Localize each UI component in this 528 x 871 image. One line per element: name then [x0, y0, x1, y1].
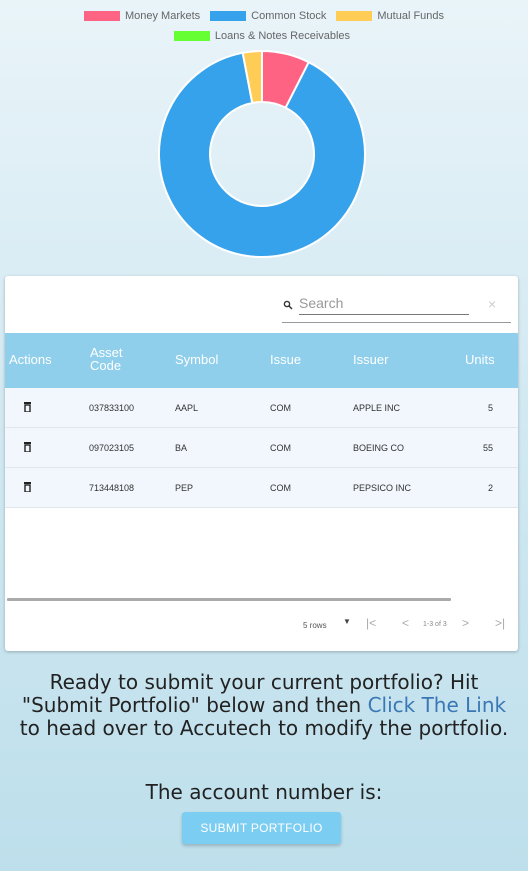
cell-symbol: PEP — [175, 483, 194, 493]
cell-symbol: BA — [175, 443, 188, 453]
legend-label: Common Stock — [251, 10, 327, 22]
cell-units: 2 — [487, 483, 493, 493]
pagination: 5 rows ▼ |< < 1-3 of 3 > >| — [5, 614, 518, 634]
cell-issuer: APPLE INC — [353, 403, 401, 413]
search-input[interactable] — [299, 292, 469, 315]
table-row: 037833100 AAPL COM APPLE INC 5 — [5, 388, 518, 428]
instructions-text-end: to head over to Accutech to modify the p… — [19, 716, 509, 740]
cell-units: 55 — [482, 443, 493, 453]
table-row: 713448108 PEP COM PEPSICO INC 2 — [5, 468, 518, 508]
cell-issuer: PEPSICO INC — [353, 483, 412, 493]
delete-icon[interactable] — [24, 482, 31, 492]
rows-per-page-select[interactable]: 5 rows — [303, 621, 327, 630]
legend-swatch — [336, 11, 373, 21]
header-asset-code-line2: Code — [90, 358, 122, 373]
header-issuer[interactable]: Issuer — [353, 353, 388, 366]
header-asset-code[interactable]: Asset Code — [90, 346, 123, 373]
legend-label: Mutual Funds — [377, 10, 445, 22]
portfolio-table-card: × Actions Asset Code Symbol Issue Issuer… — [5, 276, 518, 651]
legend-item-common-stock[interactable]: Common Stock — [210, 10, 326, 22]
header-units[interactable]: Units — [465, 353, 495, 366]
search-bar: × — [282, 290, 511, 323]
legend-item-mutual-funds[interactable]: Mutual Funds — [336, 10, 444, 22]
donut-chart — [158, 49, 366, 258]
table-body: 037833100 AAPL COM APPLE INC 5 097023105… — [5, 388, 518, 508]
cell-asset-code: 097023105 — [89, 443, 135, 453]
delete-icon[interactable] — [24, 402, 31, 412]
cell-issue: COM — [270, 443, 291, 453]
legend-label: Money Markets — [124, 10, 201, 22]
cell-symbol: AAPL — [175, 403, 199, 413]
cell-issue: COM — [270, 483, 291, 493]
page-info: 1-3 of 3 — [423, 621, 447, 628]
delete-icon[interactable] — [24, 442, 31, 452]
account-number-label: The account number is: — [145, 780, 383, 804]
header-issue[interactable]: Issue — [270, 353, 301, 366]
legend-row-1: Money Markets Common Stock Mutual Funds — [0, 8, 528, 24]
cell-issue: COM — [270, 403, 291, 413]
caret-down-icon[interactable]: ▼ — [343, 617, 351, 626]
next-page-button[interactable]: > — [462, 616, 469, 630]
last-page-button[interactable]: >| — [495, 616, 505, 630]
legend-swatch — [83, 11, 120, 21]
search-icon — [283, 300, 293, 310]
clear-search-icon[interactable]: × — [488, 296, 496, 312]
donut-chart-svg — [158, 49, 366, 258]
table-row: 097023105 BA COM BOEING CO 55 — [5, 428, 518, 468]
cell-asset-code: 037833100 — [89, 403, 135, 413]
legend-label: Loans & Notes Receivables — [214, 30, 351, 42]
submit-portfolio-button[interactable]: SUBMIT PORTFOLIO — [182, 812, 341, 844]
previous-page-button[interactable]: < — [402, 616, 409, 630]
legend-row-2: Loans & Notes Receivables — [0, 28, 528, 44]
header-actions[interactable]: Actions — [9, 353, 52, 366]
legend-swatch — [173, 31, 210, 41]
submit-instructions: Ready to submit your current portfolio? … — [10, 671, 518, 740]
cell-units: 5 — [487, 403, 493, 413]
chart-legend: Money Markets Common Stock Mutual Funds … — [0, 8, 528, 48]
table-header: Actions Asset Code Symbol Issue Issuer U… — [5, 333, 518, 388]
legend-item-money-markets[interactable]: Money Markets — [83, 10, 201, 22]
first-page-button[interactable]: |< — [366, 616, 376, 630]
cell-issuer: BOEING CO — [353, 443, 405, 453]
legend-item-loans-notes[interactable]: Loans & Notes Receivables — [173, 30, 351, 42]
cell-asset-code: 713448108 — [89, 483, 135, 493]
header-symbol[interactable]: Symbol — [175, 353, 218, 366]
horizontal-scrollbar[interactable] — [7, 598, 451, 601]
click-the-link[interactable]: Click The Link — [368, 693, 507, 717]
legend-swatch — [210, 11, 247, 21]
